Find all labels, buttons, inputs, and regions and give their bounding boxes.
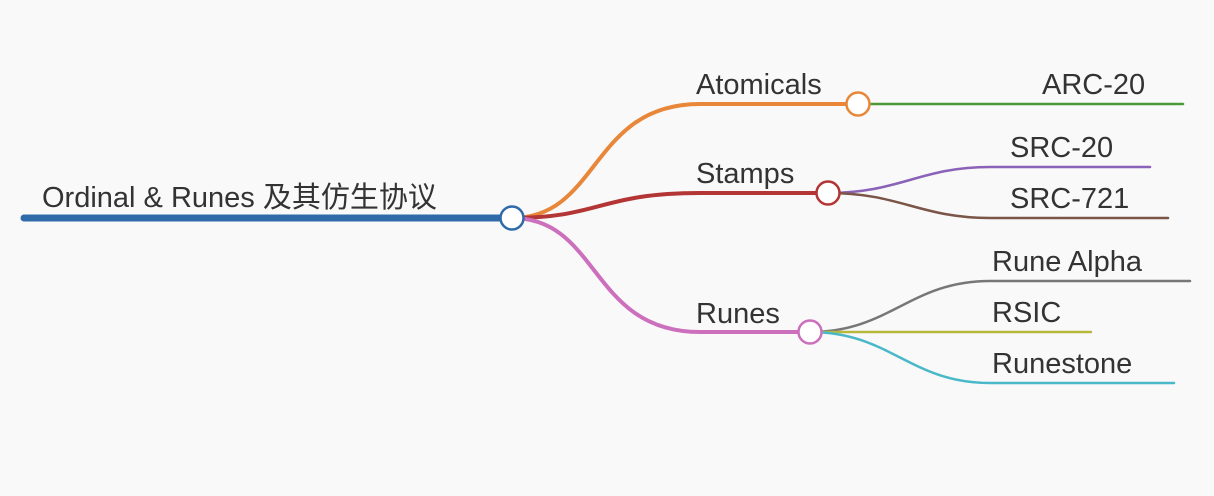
runes-collapse-toggle[interactable] bbox=[797, 319, 823, 345]
root-label: Ordinal & Runes 及其仿生协议 bbox=[42, 181, 437, 214]
leaf-label-runestone: Runestone bbox=[992, 348, 1132, 380]
stamps-collapse-toggle[interactable] bbox=[815, 180, 841, 206]
atomicals-collapse-toggle[interactable] bbox=[845, 91, 871, 117]
leaf-label-src-20: SRC-20 bbox=[1010, 132, 1113, 164]
leaf-label-rune-alpha: Rune Alpha bbox=[992, 246, 1143, 278]
branch-label-atomicals: Atomicals bbox=[696, 69, 822, 101]
root-node[interactable]: Ordinal & Runes 及其仿生协议 bbox=[20, 181, 516, 222]
leaf-label-rsic: RSIC bbox=[992, 297, 1061, 329]
branch-label-stamps: Stamps bbox=[696, 158, 794, 190]
root-collapse-toggle[interactable] bbox=[499, 205, 525, 231]
branch-label-runes: Runes bbox=[696, 298, 780, 330]
mindmap-canvas: Ordinal & Runes 及其仿生协议 Atomicals Stamps … bbox=[20, 69, 1192, 385]
link-atomicals bbox=[510, 102, 860, 220]
leaf-label-arc-20: ARC-20 bbox=[1042, 69, 1145, 101]
link-stamps bbox=[510, 191, 830, 220]
leaf-label-src-721: SRC-721 bbox=[1010, 183, 1129, 215]
